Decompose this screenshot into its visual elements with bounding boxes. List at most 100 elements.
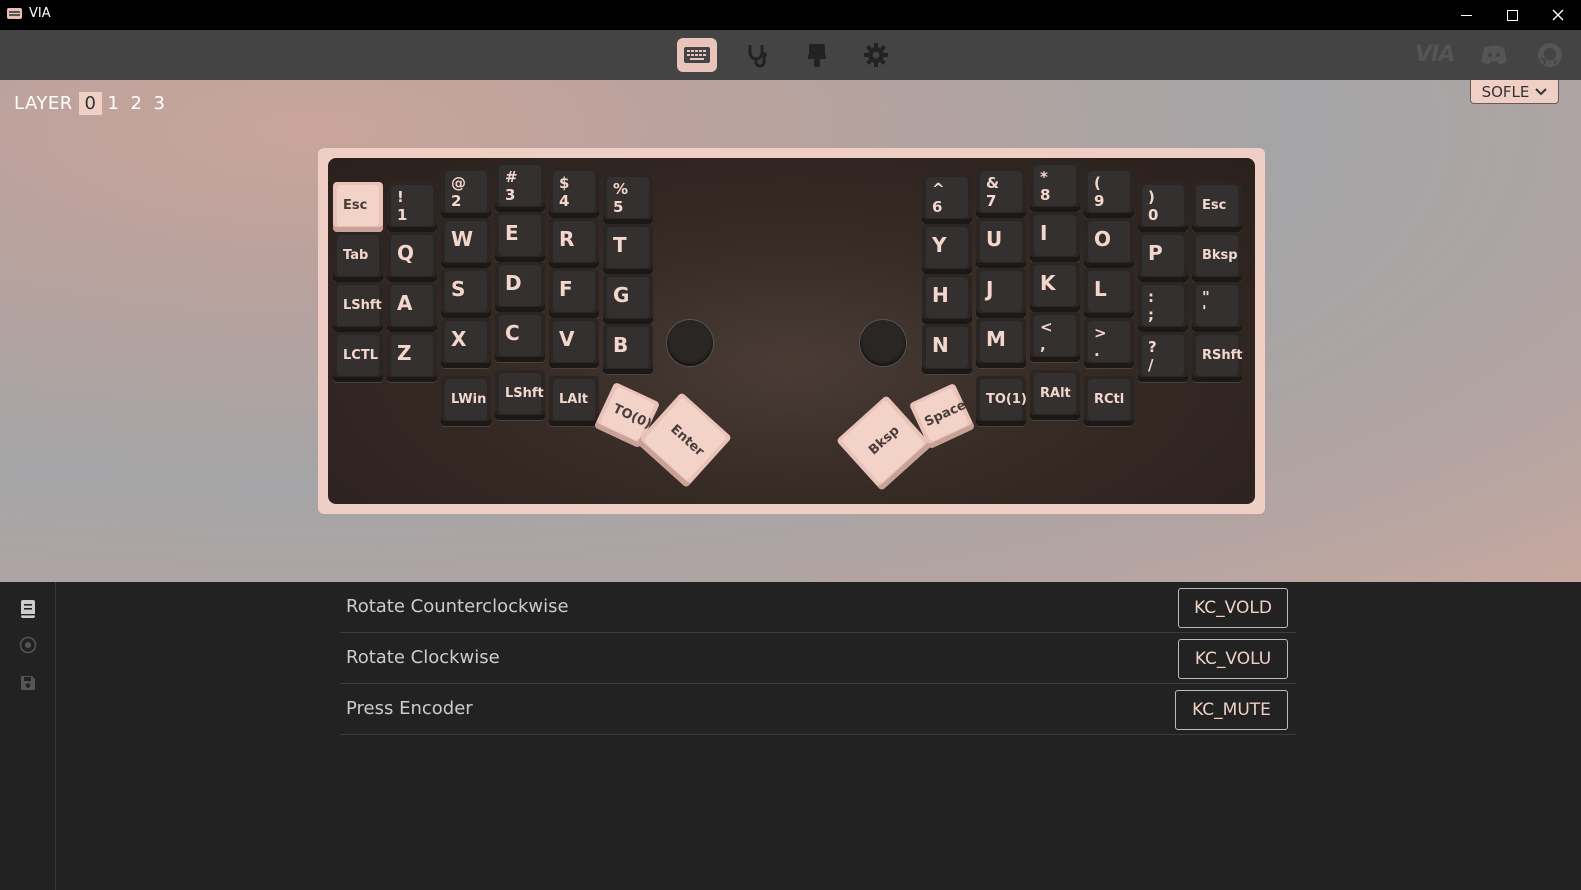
key-rctl[interactable]: RCtl bbox=[1084, 376, 1134, 426]
github-icon bbox=[1538, 43, 1562, 67]
via-logo[interactable]: VIA bbox=[1415, 42, 1455, 67]
key-b[interactable]: B bbox=[603, 324, 653, 374]
key-tab[interactable]: Tab bbox=[333, 232, 383, 282]
layer-label: LAYER bbox=[14, 93, 73, 114]
layer-button-3[interactable]: 3 bbox=[148, 92, 171, 115]
keycode-button-ccw[interactable]: KC_VOLD bbox=[1178, 588, 1288, 628]
key-j[interactable]: J bbox=[976, 268, 1026, 318]
key-3[interactable]: #3 bbox=[495, 162, 545, 212]
keycode-button-press[interactable]: KC_MUTE bbox=[1175, 690, 1288, 730]
keyboard-select-value: SOFLE bbox=[1481, 82, 1530, 101]
key-comma[interactable]: <, bbox=[1030, 312, 1080, 362]
key-esc-right[interactable]: Esc bbox=[1192, 182, 1242, 232]
layer-selector: LAYER 0 1 2 3 bbox=[14, 92, 171, 115]
keymap-menu-item[interactable] bbox=[18, 599, 38, 619]
key-s[interactable]: S bbox=[441, 268, 491, 318]
maximize-button[interactable] bbox=[1489, 0, 1535, 30]
key-ralt[interactable]: RAlt bbox=[1030, 370, 1080, 420]
key-semicolon[interactable]: :; bbox=[1138, 282, 1188, 332]
settings-tab[interactable] bbox=[856, 38, 896, 72]
encoder-row-label: Rotate Counterclockwise bbox=[346, 596, 569, 617]
key-0[interactable]: ) 0 bbox=[1138, 182, 1188, 232]
keyboard-stage: LAYER 0 1 2 3 SOFLE Esc Tab LShft LCTL !… bbox=[0, 80, 1581, 582]
key-bksp[interactable]: Bksp bbox=[1192, 232, 1242, 282]
key-1[interactable]: ! 1 bbox=[387, 182, 437, 232]
close-button[interactable] bbox=[1535, 0, 1581, 30]
key-d[interactable]: D bbox=[495, 262, 545, 312]
key-9[interactable]: (9 bbox=[1084, 168, 1134, 218]
key-dot[interactable]: >. bbox=[1084, 318, 1134, 368]
key-p[interactable]: P bbox=[1138, 232, 1188, 282]
key-quote[interactable]: " ' bbox=[1192, 282, 1242, 332]
chevron-down-icon bbox=[1535, 87, 1548, 95]
key-y[interactable]: Y bbox=[922, 224, 972, 274]
minimize-button[interactable] bbox=[1443, 0, 1489, 30]
key-7[interactable]: & 7 bbox=[976, 168, 1026, 218]
key-m[interactable]: M bbox=[976, 318, 1026, 368]
key-q[interactable]: Q bbox=[387, 232, 437, 282]
key-r[interactable]: R bbox=[549, 218, 599, 268]
key-f[interactable]: F bbox=[549, 268, 599, 318]
key-x[interactable]: X bbox=[441, 318, 491, 368]
discord-icon bbox=[1481, 45, 1507, 65]
key-rshft[interactable]: RShft bbox=[1192, 332, 1243, 382]
key-w[interactable]: W bbox=[441, 218, 491, 268]
via-app-icon bbox=[7, 8, 22, 19]
key-v[interactable]: V bbox=[549, 318, 599, 368]
save-menu-item[interactable] bbox=[18, 673, 38, 693]
github-link[interactable] bbox=[1530, 38, 1570, 72]
keyboard-select[interactable]: SOFLE bbox=[1470, 80, 1559, 104]
design-tab[interactable] bbox=[797, 38, 837, 72]
key-to1[interactable]: TO(1) bbox=[976, 376, 1027, 426]
key-c[interactable]: C bbox=[495, 312, 545, 362]
right-encoder-knob[interactable] bbox=[860, 320, 906, 366]
key-i[interactable]: I bbox=[1030, 212, 1080, 262]
keyboard-frame: Esc Tab LShft LCTL ! 1 Q A Z @2 W S X LWi… bbox=[318, 148, 1265, 514]
key-8[interactable]: * 8 bbox=[1030, 162, 1080, 212]
encoder-row-press: Press Encoder KC_MUTE bbox=[340, 684, 1296, 735]
key-k[interactable]: K bbox=[1030, 262, 1080, 312]
key-u[interactable]: U bbox=[976, 218, 1026, 268]
gear-icon bbox=[864, 43, 888, 67]
book-icon bbox=[21, 600, 35, 618]
discord-link[interactable] bbox=[1474, 38, 1514, 72]
key-lctl[interactable]: LCTL bbox=[333, 332, 383, 382]
key-esc-left[interactable]: Esc bbox=[333, 182, 383, 232]
test-tab[interactable] bbox=[738, 38, 778, 72]
key-2[interactable]: @2 bbox=[441, 168, 491, 218]
key-a[interactable]: A bbox=[387, 282, 437, 332]
stethoscope-icon bbox=[748, 45, 767, 68]
brush-icon bbox=[808, 44, 826, 67]
layer-button-2[interactable]: 2 bbox=[125, 92, 148, 115]
keycode-button-cw[interactable]: KC_VOLU bbox=[1178, 639, 1288, 679]
key-z[interactable]: Z bbox=[387, 332, 437, 382]
key-lshft-thumb[interactable]: LShft bbox=[495, 370, 545, 420]
layer-button-0[interactable]: 0 bbox=[78, 92, 102, 115]
key-slash[interactable]: ? / bbox=[1138, 332, 1188, 382]
key-l[interactable]: L bbox=[1084, 268, 1134, 318]
key-4[interactable]: $4 bbox=[549, 168, 599, 218]
key-e[interactable]: E bbox=[495, 212, 545, 262]
key-lshft[interactable]: LShft bbox=[333, 282, 383, 332]
keyboard-icon bbox=[684, 47, 710, 63]
encoder-menu-item[interactable] bbox=[18, 635, 38, 655]
key-t[interactable]: T bbox=[603, 224, 653, 274]
key-lwin[interactable]: LWin bbox=[441, 376, 491, 426]
encoder-config-panel: Rotate Counterclockwise KC_VOLD Rotate C… bbox=[56, 582, 1581, 890]
key-n[interactable]: N bbox=[922, 324, 972, 374]
key-5[interactable]: % 5 bbox=[603, 174, 653, 224]
encoder-row-cw: Rotate Clockwise KC_VOLU bbox=[340, 633, 1296, 684]
key-6[interactable]: ^ 6 bbox=[922, 174, 972, 224]
key-g[interactable]: G bbox=[603, 274, 653, 324]
left-encoder-knob[interactable] bbox=[667, 320, 713, 366]
encoder-icon bbox=[19, 636, 37, 654]
key-lalt[interactable]: LAlt bbox=[549, 376, 599, 426]
layer-button-1[interactable]: 1 bbox=[102, 92, 125, 115]
close-icon bbox=[1552, 9, 1564, 21]
window-title: VIA bbox=[29, 6, 51, 21]
encoder-row-ccw: Rotate Counterclockwise KC_VOLD bbox=[340, 582, 1296, 633]
configure-tab[interactable] bbox=[677, 38, 717, 72]
save-icon bbox=[21, 676, 35, 690]
key-h[interactable]: H bbox=[922, 274, 972, 324]
key-o[interactable]: O bbox=[1084, 218, 1134, 268]
